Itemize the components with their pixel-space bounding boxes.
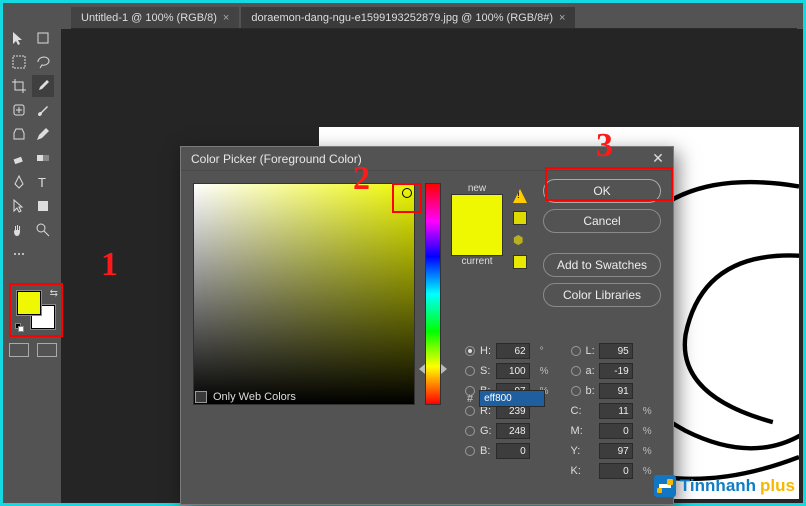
path-select-tool[interactable] [8, 195, 30, 217]
color-swatches[interactable]: ⇆ [9, 283, 63, 337]
pen-tool[interactable] [8, 171, 30, 193]
hash-label: # [467, 393, 473, 405]
swap-colors-icon[interactable]: ⇆ [50, 288, 58, 299]
close-icon[interactable]: × [223, 12, 229, 24]
hand-tool[interactable] [8, 219, 30, 241]
gradient-tool[interactable] [32, 147, 54, 169]
color-fields: H: ° L: S: % a: B: % b: R: C: [465, 343, 652, 479]
g-input[interactable] [496, 423, 530, 439]
zoom-tool[interactable] [32, 219, 54, 241]
c-input[interactable] [599, 403, 633, 419]
clone-tool[interactable] [8, 123, 30, 145]
radio-b2[interactable] [571, 386, 581, 396]
tools-panel: T [6, 25, 58, 267]
radio-l[interactable] [571, 346, 581, 356]
cancel-button[interactable]: Cancel [543, 209, 661, 233]
color-libraries-button[interactable]: Color Libraries [543, 283, 661, 307]
hex-row: # [467, 390, 545, 407]
document-tabs: Untitled-1 @ 100% (RGB/8) × doraemon-dan… [71, 7, 797, 29]
annotation-box-2 [392, 183, 422, 213]
brush-tool[interactable] [32, 99, 54, 121]
new-label: new [468, 183, 486, 194]
annotation-1: 1 [101, 246, 118, 284]
watermark-logo: Tinnhanhplus [654, 475, 795, 497]
s-input[interactable] [496, 363, 530, 379]
color-preview [451, 194, 503, 256]
eyedropper-tool[interactable] [32, 75, 54, 97]
radio-a[interactable] [571, 366, 581, 376]
close-icon[interactable]: ✕ [649, 150, 667, 168]
quickmask-icon[interactable] [9, 343, 29, 357]
more-tools[interactable] [8, 243, 30, 265]
radio-bc[interactable] [465, 446, 475, 456]
screenmode-icon[interactable] [37, 343, 57, 357]
radio-r[interactable] [465, 406, 475, 416]
logo-icon [654, 475, 676, 497]
default-colors-icon[interactable] [15, 323, 25, 333]
radio-s[interactable] [465, 366, 475, 376]
b2-input[interactable] [599, 383, 633, 399]
m-input[interactable] [599, 423, 633, 439]
radio-g[interactable] [465, 426, 475, 436]
k-input[interactable] [599, 463, 633, 479]
a-input[interactable] [599, 363, 633, 379]
dialog-title: Color Picker (Foreground Color) [191, 152, 362, 166]
patch-tool[interactable] [8, 99, 30, 121]
foreground-color[interactable] [17, 291, 41, 315]
crop-tool[interactable] [8, 75, 30, 97]
tab-untitled[interactable]: Untitled-1 @ 100% (RGB/8) × [71, 7, 239, 28]
only-web-colors[interactable]: Only Web Colors [195, 391, 296, 403]
edit-toolbar[interactable] [32, 243, 54, 265]
y-input[interactable] [599, 443, 633, 459]
l-input[interactable] [599, 343, 633, 359]
bc-input[interactable] [496, 443, 530, 459]
move-tool[interactable] [8, 27, 30, 49]
tab-label: Untitled-1 @ 100% (RGB/8) [81, 12, 217, 24]
add-swatch-button[interactable]: Add to Swatches [543, 253, 661, 277]
marquee-tool[interactable] [8, 51, 30, 73]
svg-text:T: T [38, 175, 46, 190]
gamut-warning-icon[interactable] [513, 189, 527, 203]
pencil-tool[interactable] [32, 123, 54, 145]
tab-label: doraemon-dang-ngu-e1599193252879.jpg @ 1… [251, 12, 553, 24]
radio-h[interactable] [465, 346, 475, 356]
type-tool[interactable]: T [32, 171, 54, 193]
hue-slider[interactable] [425, 183, 441, 405]
annotation-3: 3 [596, 127, 613, 165]
websafe-swatch[interactable] [513, 255, 527, 269]
websafe-icon[interactable]: ⬢ [513, 233, 527, 247]
artboard-tool[interactable] [32, 27, 54, 49]
lasso-tool[interactable] [32, 51, 54, 73]
saturation-field[interactable] [193, 183, 415, 405]
h-input[interactable] [496, 343, 530, 359]
tab-doraemon[interactable]: doraemon-dang-ngu-e1599193252879.jpg @ 1… [241, 7, 575, 28]
checkbox[interactable] [195, 391, 207, 403]
current-label: current [461, 256, 492, 267]
annotation-2: 2 [353, 160, 370, 198]
close-icon[interactable]: × [559, 12, 565, 24]
annotation-box-3 [545, 167, 673, 201]
eraser-tool[interactable] [8, 147, 30, 169]
shape-tool[interactable] [32, 195, 54, 217]
screen-mode-icons [9, 343, 57, 357]
gamut-swatch[interactable] [513, 211, 527, 225]
hex-input[interactable] [479, 390, 545, 407]
